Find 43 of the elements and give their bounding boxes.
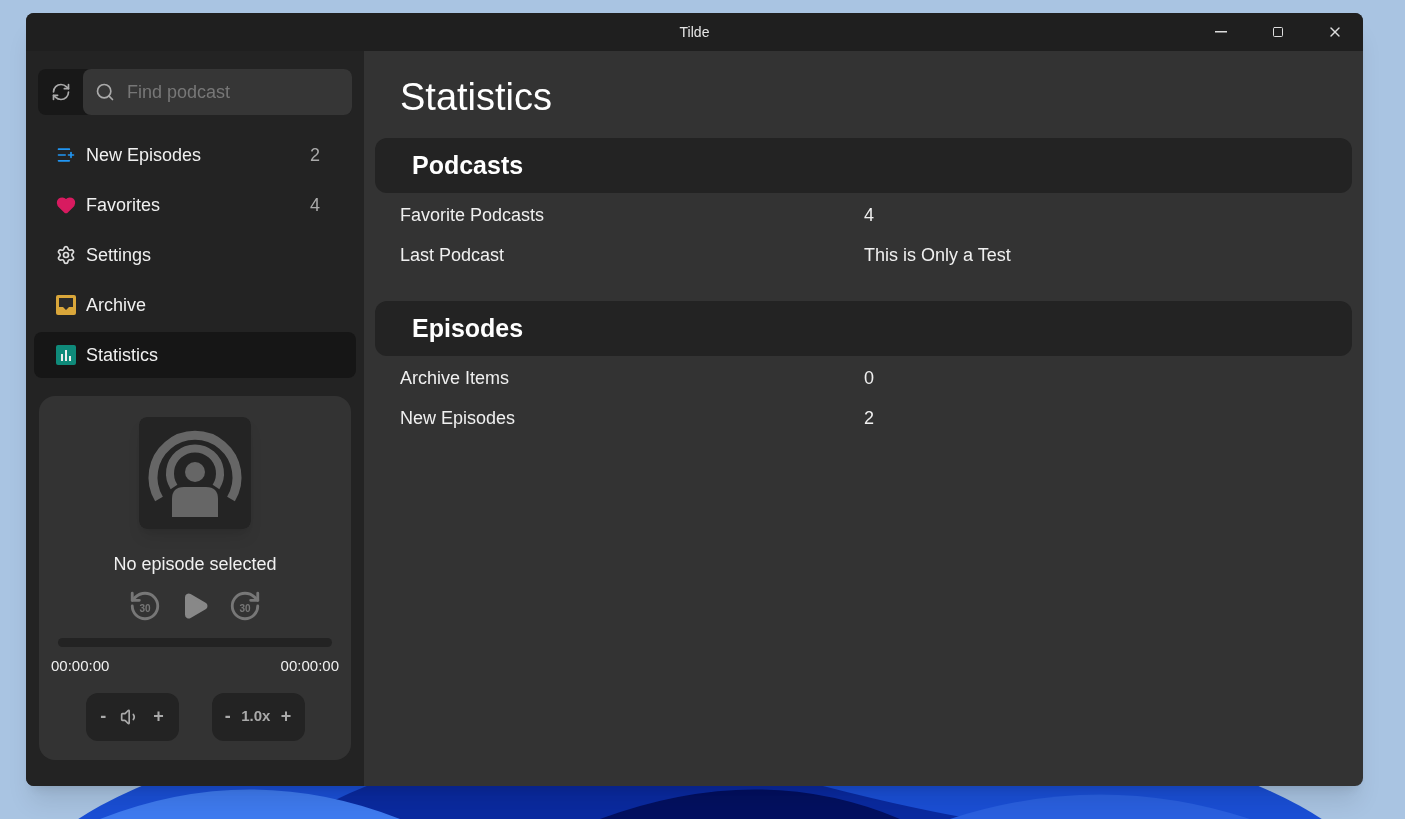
podcast-icon	[139, 417, 251, 529]
section-title: Podcasts	[412, 149, 524, 181]
sidebar-item[interactable]: New Episodes 2	[34, 132, 356, 178]
stat-label: Last Podcast	[400, 243, 506, 267]
list-plus-icon	[56, 145, 76, 165]
search-icon	[95, 82, 115, 102]
item-label: New Episodes	[86, 143, 202, 167]
item-count: 4	[310, 193, 320, 217]
stat-label: New Episodes	[400, 406, 517, 430]
section-title: Episodes	[412, 312, 524, 344]
sidebar-item[interactable]: Favorites 4	[34, 182, 356, 228]
minimize-icon	[1214, 31, 1227, 33]
stat-value: 4	[864, 203, 874, 227]
maximize-icon	[1271, 26, 1284, 38]
elapsed-time: 00:00:00	[51, 656, 110, 676]
speed-value: 1.0x	[241, 706, 271, 727]
stat-value: This is Only a Test	[864, 243, 1011, 267]
stat-value: 0	[864, 366, 874, 390]
speed-down-button[interactable]: -	[224, 703, 231, 730]
settings-icon	[56, 245, 76, 265]
page-title: Statistics	[400, 75, 554, 120]
heart-icon	[56, 195, 76, 215]
search-field[interactable]: Find podcast	[83, 69, 352, 115]
window-title: Tilde	[679, 22, 710, 42]
stat-value: 2	[864, 406, 874, 430]
sidebar-item[interactable]: Archive	[34, 282, 356, 328]
volume-up-button[interactable]: +	[153, 703, 164, 730]
item-label: Favorites	[86, 193, 161, 217]
bar-chart-icon	[56, 345, 76, 365]
inbox-icon	[56, 295, 76, 315]
item-label: Statistics	[86, 343, 159, 367]
stat-label: Archive Items	[400, 366, 511, 390]
stat-label: Favorite Podcasts	[400, 203, 546, 227]
refresh-icon	[50, 82, 71, 102]
speed-up-button[interactable]: +	[280, 703, 292, 730]
total-time: 00:00:00	[280, 656, 339, 676]
volume-down-button[interactable]: -	[100, 703, 107, 730]
item-label: Archive	[86, 293, 147, 317]
sidebar-item[interactable]: Settings	[34, 232, 356, 278]
item-label: Settings	[86, 243, 152, 267]
sidebar-item[interactable]: Statistics	[34, 332, 356, 378]
item-count: 2	[310, 143, 320, 167]
episode-status: No episode selected	[113, 553, 277, 576]
